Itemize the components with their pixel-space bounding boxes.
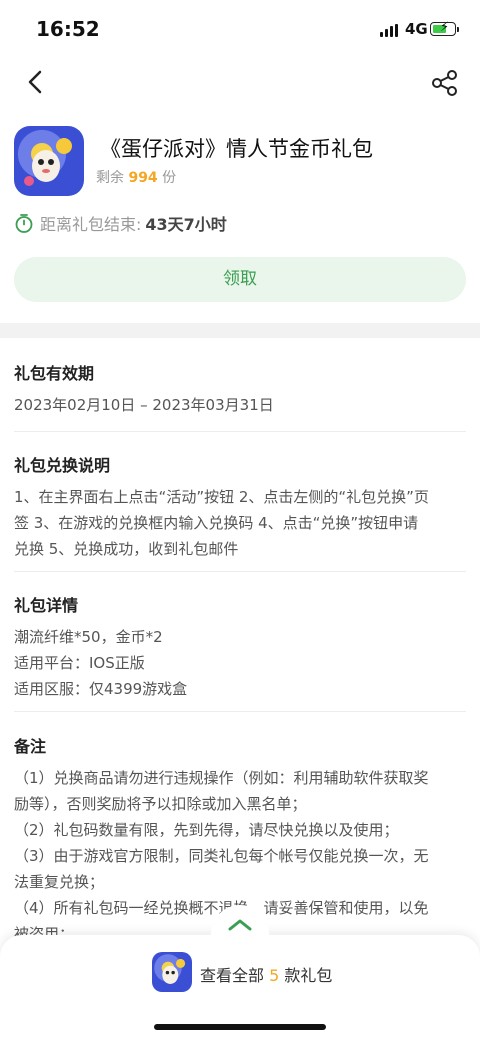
- network-label: 4G: [405, 20, 428, 38]
- instructions-line: 1、在主界面右上点击“活动”按钮 2、点击左侧的“礼包兑换”页: [14, 488, 429, 506]
- remain-count: 994: [128, 170, 158, 186]
- remain-prefix: 剩余: [96, 170, 124, 186]
- validity-heading: 礼包有效期: [14, 364, 95, 383]
- validity-text: 2023年02月10日 – 2023年03月31日: [14, 396, 274, 414]
- details-line: 适用平台：IOS正版: [14, 654, 145, 672]
- instructions-line: 兑换 5、兑换成功，收到礼包邮件: [14, 540, 239, 558]
- battery-icon: ⚡: [430, 20, 456, 36]
- view-all-suffix: 款礼包: [284, 966, 333, 985]
- status-bar: 16:52 4G ⚡: [0, 0, 480, 58]
- instructions-body: 1、在主界面右上点击“活动”按钮 2、点击左侧的“礼包兑换”页 签 3、在游戏的…: [14, 484, 466, 562]
- instructions-section: 礼包兑换说明 1、在主界面右上点击“活动”按钮 2、点击左侧的“礼包兑换”页 签…: [14, 452, 466, 562]
- divider: [14, 571, 466, 572]
- nav-bar: [0, 58, 480, 106]
- notes-line: 法重复兑换；: [14, 873, 105, 891]
- gift-detail-page: 16:52 4G ⚡ 《蛋仔派对》情人节金币礼包 剩余 994 份 距离礼包结束…: [0, 0, 480, 1039]
- back-button[interactable]: [22, 66, 50, 98]
- notes-line: 励等），否则奖励将予以扣除或加入黑名单；: [14, 795, 307, 813]
- countdown-value: 43天7小时: [145, 215, 227, 234]
- remain-suffix: 份: [162, 170, 177, 186]
- view-all-prefix: 查看全部: [200, 966, 265, 985]
- expand-handle[interactable]: [211, 905, 269, 941]
- notes-line: （1）兑换商品请勿进行违规操作（例如：利用辅助软件获取奖: [14, 769, 429, 787]
- validity-section: 礼包有效期 2023年02月10日 – 2023年03月31日: [14, 360, 466, 418]
- back-arrow-icon: [28, 70, 42, 94]
- notes-line: （2）礼包码数量有限，先到先得，请尽快兑换以及使用；: [14, 821, 399, 839]
- details-heading: 礼包详情: [14, 596, 79, 615]
- divider: [14, 711, 466, 712]
- details-body: 潮流纤维*50，金币*2 适用平台：IOS正版 适用区服：仅4399游戏盒: [14, 624, 466, 702]
- countdown: 距离礼包结束: 43天7小时: [14, 211, 227, 235]
- divider: [14, 431, 466, 432]
- view-all-gifts-link[interactable]: 查看全部 5 款礼包: [200, 962, 332, 986]
- details-line: 潮流纤维*50，金币*2: [14, 628, 163, 646]
- share-button[interactable]: [430, 68, 460, 98]
- timer-icon: [15, 214, 33, 233]
- gift-count: 5: [269, 966, 280, 985]
- details-line: 适用区服：仅4399游戏盒: [14, 680, 188, 698]
- game-icon: [14, 126, 84, 196]
- home-indicator: [154, 1024, 326, 1030]
- section-divider: [0, 323, 480, 338]
- instructions-heading: 礼包兑换说明: [14, 456, 111, 475]
- claim-button[interactable]: 领取: [14, 257, 466, 302]
- gift-title: 《蛋仔派对》情人节金币礼包: [100, 137, 373, 161]
- chevron-up-icon: [228, 919, 252, 931]
- share-icon: [432, 70, 457, 96]
- status-time: 16:52: [36, 17, 100, 41]
- signal-icon: [380, 24, 400, 37]
- instructions-line: 签 3、在游戏的兑换框内输入兑换码 4、点击“兑换”按钮申请: [14, 514, 419, 532]
- battery-cap: [457, 27, 459, 32]
- game-icon-small: [152, 952, 192, 992]
- notes-heading: 备注: [14, 737, 47, 756]
- notes-line: （3）由于游戏官方限制，同类礼包每个帐号仅能兑换一次，无: [14, 847, 429, 865]
- details-section: 礼包详情 潮流纤维*50，金币*2 适用平台：IOS正版 适用区服：仅4399游…: [14, 592, 466, 702]
- countdown-label: 距离礼包结束:: [40, 215, 142, 234]
- remain-stock: 剩余 994 份: [96, 167, 176, 187]
